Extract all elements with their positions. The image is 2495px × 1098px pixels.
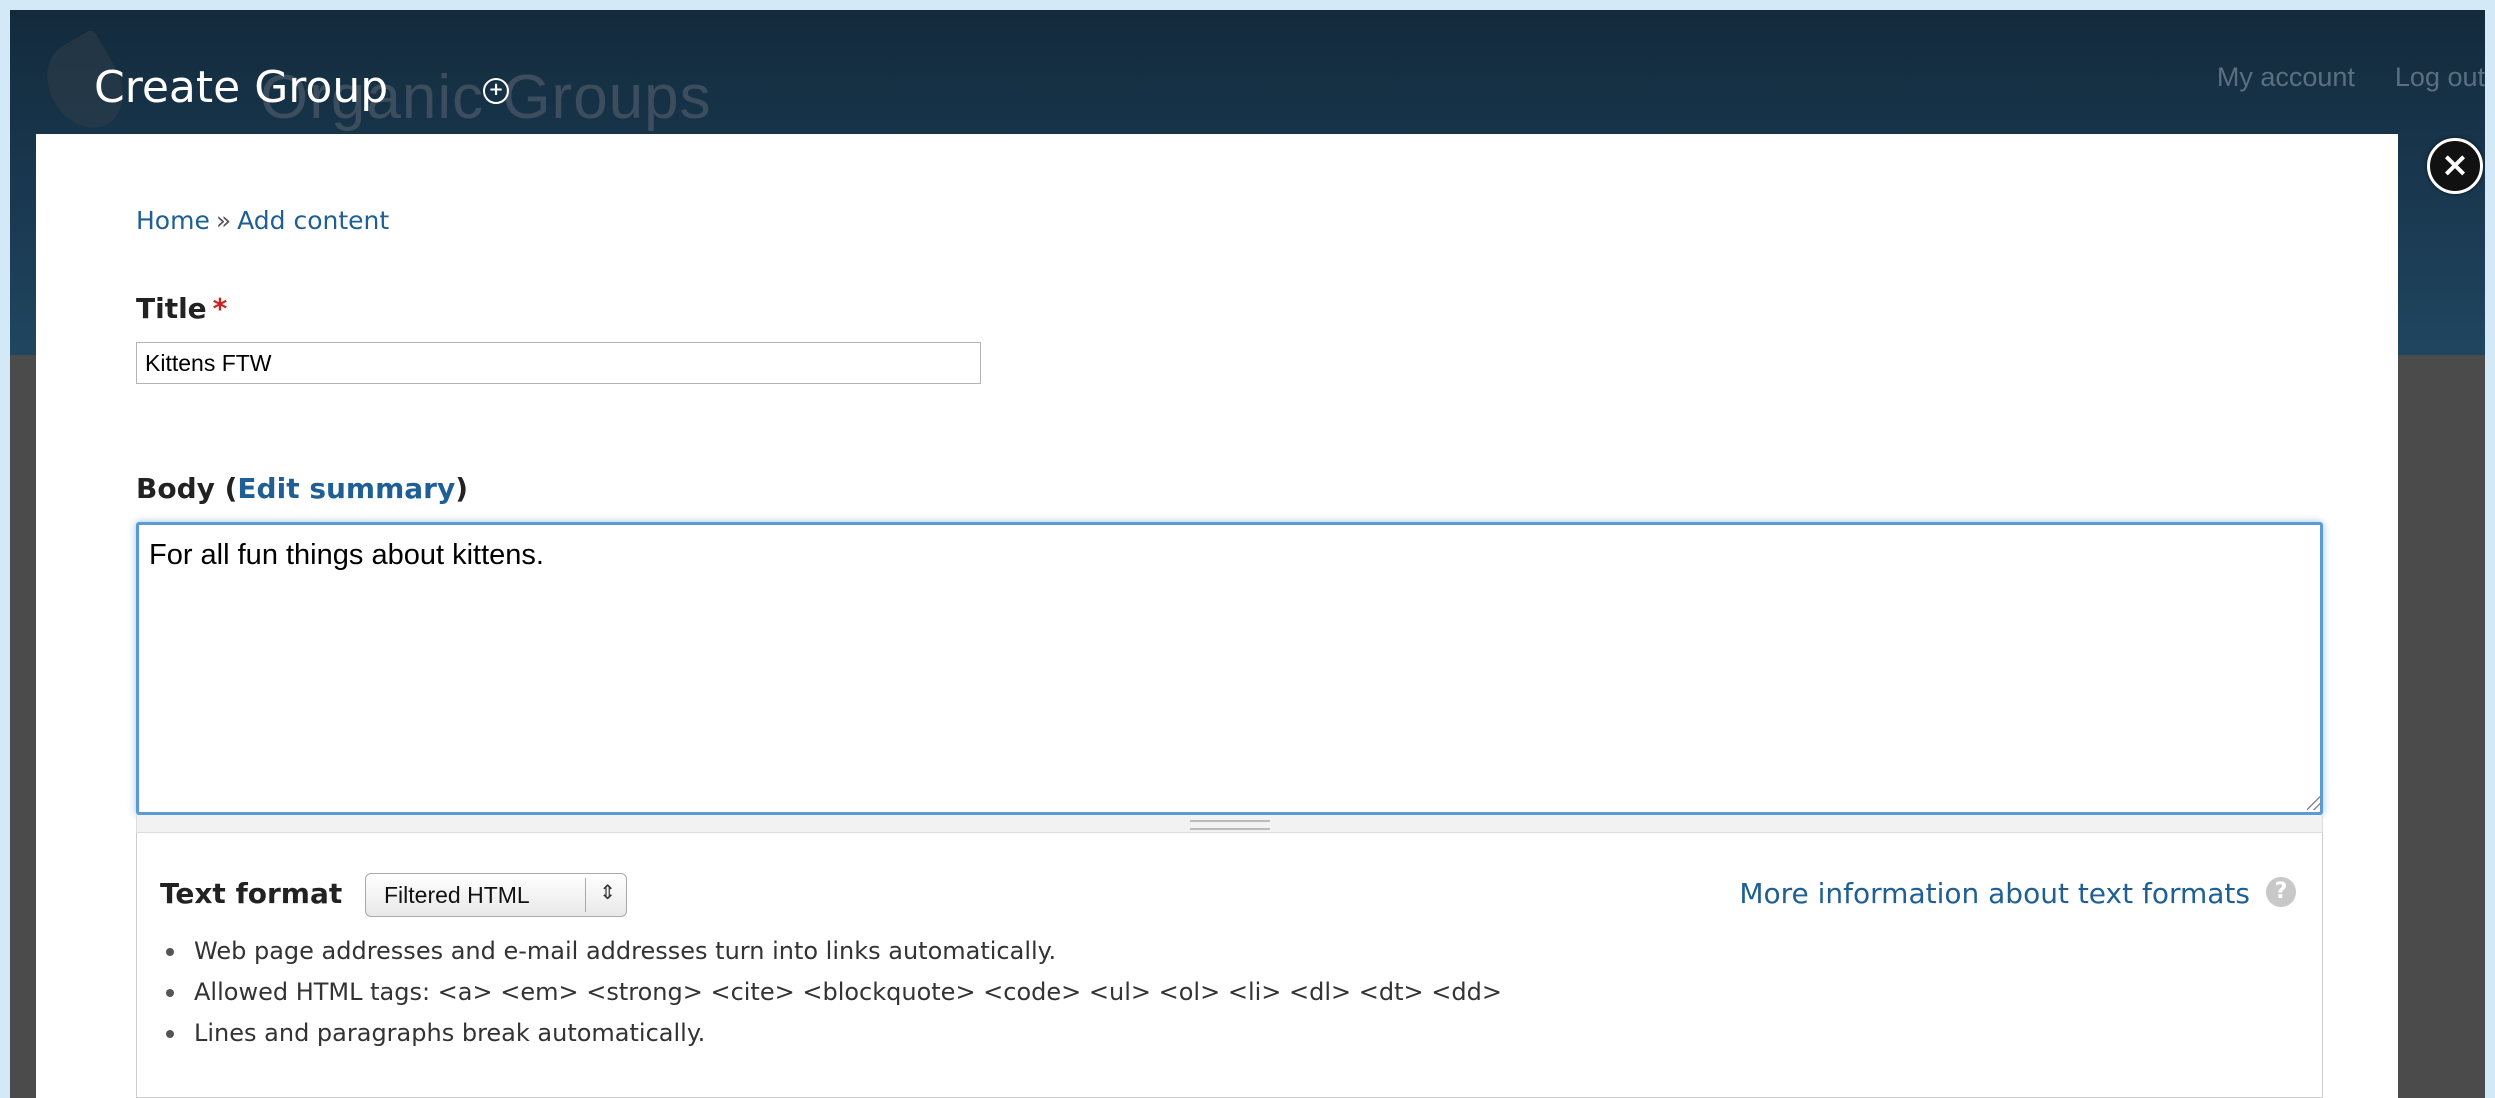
body-field-label: Body (Edit summary) [136, 472, 468, 505]
title-label-text: Title [136, 292, 207, 325]
modal-title: Create Group [94, 62, 389, 113]
filter-tip: Lines and paragraphs break automatically… [160, 1013, 1502, 1054]
browser-viewport: Organic Groups My account Log out Create … [10, 10, 2485, 1098]
title-field-label: Title * [136, 292, 227, 325]
edit-summary-link[interactable]: Edit summary [237, 472, 455, 505]
body-label-text: Body ( [136, 472, 238, 505]
breadcrumb-add-content-link[interactable]: Add content [237, 206, 389, 235]
select-divider [585, 878, 586, 912]
breadcrumb-separator: » [215, 206, 232, 235]
close-icon[interactable]: × [2427, 138, 2483, 194]
user-menu: My account Log out [2177, 62, 2485, 93]
title-input[interactable] [136, 342, 981, 384]
filter-tip: Allowed HTML tags: <a> <em> <strong> <ci… [160, 972, 1502, 1013]
plus-circle-icon[interactable]: + [483, 78, 509, 104]
text-format-label: Text format [160, 877, 343, 910]
filter-tips-list: Web page addresses and e-mail addresses … [160, 931, 1502, 1054]
required-marker: * [212, 292, 228, 325]
select-arrows-icon: ⇕ [599, 882, 616, 904]
resize-grip-icon[interactable] [2307, 796, 2321, 810]
more-info-text-formats-link[interactable]: More information about text formats [1739, 877, 2250, 910]
body-label-close: ) [455, 472, 469, 505]
overlay-content: Home»Add content Title* Body (Edit summa… [36, 134, 2398, 1098]
filter-tip: Web page addresses and e-mail addresses … [160, 931, 1502, 972]
textarea-resize-bar[interactable] [136, 815, 2323, 833]
breadcrumb: Home» Add content [136, 206, 389, 235]
help-icon[interactable]: ? [2266, 877, 2296, 907]
breadcrumb-home-link[interactable]: Home [136, 206, 210, 235]
text-format-panel: Text format Filtered HTML ⇕ More informa… [136, 833, 2323, 1098]
grippie-lines [1189, 820, 1270, 830]
my-account-link[interactable]: My account [2217, 62, 2355, 92]
body-textarea[interactable]: For all fun things about kittens. [136, 522, 2323, 815]
text-format-selected-value: Filtered HTML [384, 882, 530, 908]
log-out-link[interactable]: Log out [2395, 62, 2485, 92]
text-format-select[interactable]: Filtered HTML ⇕ [365, 873, 627, 917]
